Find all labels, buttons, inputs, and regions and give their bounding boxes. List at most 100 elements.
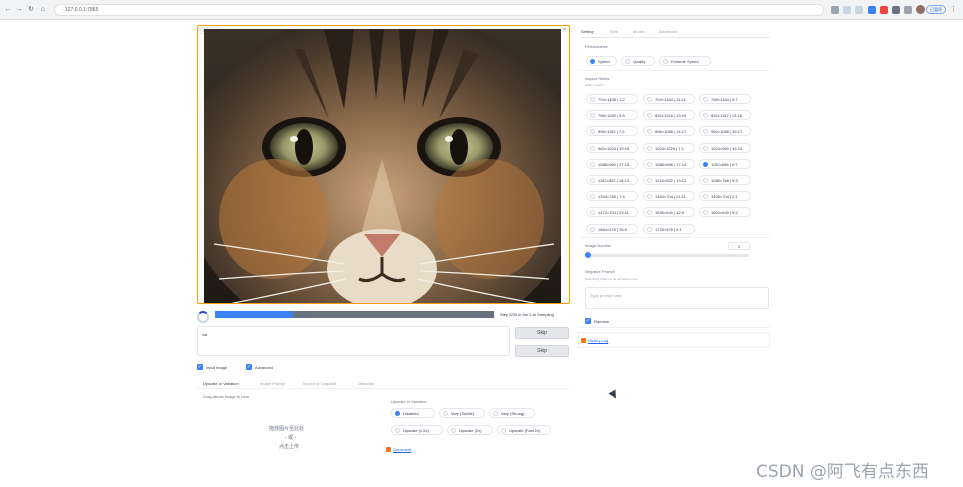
mouse-cursor-icon [608, 389, 620, 401]
progress-bar-fill [215, 311, 294, 318]
sidebar-icon[interactable] [904, 6, 912, 14]
radio-label: 1408×704 | 2:1 [711, 194, 738, 200]
back-icon[interactable]: ← [4, 6, 12, 14]
radio-label: 896×1088 | 14:17 [655, 129, 687, 135]
star-icon[interactable] [855, 6, 863, 14]
forward-icon[interactable]: → [15, 6, 23, 14]
profile-avatar[interactable] [916, 5, 925, 14]
radio-label: 1024×1024 | 1:1 [655, 145, 684, 151]
aspect-ratio-option[interactable]: 1408×704 | 2:1 [699, 191, 751, 202]
aspect-ratio-option[interactable]: 1088×896 | 17:14 [643, 158, 695, 169]
random-label: Random [594, 319, 610, 324]
aspect-ratio-option[interactable]: 1152×832 | 18:13 [586, 175, 638, 185]
aspect-ratio-option[interactable]: 1280×768 | 5:3 [699, 175, 751, 185]
aspect-ratio-option[interactable]: 960×1024 | 15:16 [586, 142, 638, 153]
document-link[interactable]: Document [393, 447, 411, 452]
image-number-input[interactable]: 2 [728, 242, 750, 250]
advanced-checkbox[interactable]: ✓ [246, 364, 252, 370]
aspect-ratio-option[interactable]: 768×1344 | 4:7 [699, 94, 751, 104]
tab-advanced[interactable]: Advanced [659, 29, 677, 34]
aspect-ratio-option[interactable]: 768×1280 | 3:5 [586, 110, 638, 121]
address-bar[interactable]: 127.0.0.1:7865 [54, 4, 824, 16]
tab-upscale-or-variation[interactable]: Upscale or Variation [203, 381, 239, 386]
more-menu-icon[interactable]: ⋮ [950, 5, 957, 13]
radio-dot [647, 161, 652, 167]
random-checkbox[interactable]: ✓ [585, 318, 591, 324]
aspect-ratio-option[interactable]: 704×1344 | 11:21 [643, 94, 695, 104]
tab-describe[interactable]: Describe [358, 381, 374, 386]
extension-blue-icon[interactable] [868, 6, 876, 14]
radio-label: 1152×896 | 9:7 [711, 161, 738, 167]
radio-dot [703, 194, 708, 200]
aspect-ratio-option[interactable]: 960×1088 | 15:17 [699, 126, 751, 137]
negative-prompt-label: Negative Prompt [585, 269, 615, 274]
radio-label: 1472×704 | 23:11 [598, 210, 629, 216]
aspect-ratio-option[interactable]: 1152×896 | 9:7 [699, 158, 751, 169]
upscale-option-vary-subtle[interactable]: Vary (Subtle) [439, 408, 485, 418]
history-log-area: History Log [578, 332, 770, 348]
tab-image-prompt[interactable]: Image Prompt [260, 381, 285, 386]
aspect-ratio-option[interactable]: 1024×1024 | 1:1 [643, 142, 695, 153]
radio-dot [647, 178, 652, 183]
radio-dot [647, 145, 652, 151]
watermark-text: CSDN @阿飞有点东西 [756, 462, 929, 482]
aspect-ratio-option[interactable]: 1344×768 | 7:4 [586, 191, 638, 202]
extension-red-icon[interactable] [880, 6, 888, 14]
url-text: 127.0.0.1:7865 [65, 7, 99, 13]
radio-dot [590, 129, 595, 135]
radio-label: 1344×704 | 21:11 [655, 194, 686, 200]
aspect-ratio-option[interactable]: 832×1216 | 13:19 [643, 110, 695, 121]
generated-cat-image [204, 29, 561, 303]
aspect-ratio-option[interactable]: 1216×832 | 19:13 [643, 175, 695, 185]
radio-label: 1024×960 | 16:15 [711, 145, 743, 151]
performance-speed[interactable]: Speed [586, 56, 617, 66]
aspect-ratio-option[interactable]: 896×1088 | 14:17 [643, 126, 695, 137]
tab-inpaint-or-outpaint[interactable]: Inpaint or Outpaint [303, 381, 336, 386]
aspect-ratio-option[interactable]: 704×1408 | 1:2 [586, 94, 638, 104]
aspect-ratio-option[interactable]: 1664×576 | 26:9 [586, 223, 638, 234]
upscale-section-label: Upscale or Variation [391, 399, 427, 404]
reload-icon[interactable]: ↻ [27, 6, 35, 14]
aspect-ratio-option[interactable]: 1344×704 | 21:11 [643, 191, 695, 202]
image-number-slider[interactable] [587, 254, 749, 257]
aspect-ratio-option[interactable]: 1600×640 | 5:2 [699, 207, 751, 218]
aspect-ratio-option[interactable]: 832×1152 | 13:18 [699, 110, 751, 121]
history-log-link[interactable]: History Log [588, 338, 608, 343]
radio-label: 1536×640 | 12:5 [655, 210, 684, 216]
aspect-ratio-option[interactable]: 1472×704 | 23:11 [586, 207, 638, 218]
share-icon[interactable] [843, 6, 851, 14]
negative-prompt-input[interactable]: Type prompt here. [585, 287, 769, 309]
profile-status-pill[interactable]: 已暂停 [926, 5, 946, 14]
tab-style[interactable]: Style [609, 29, 618, 34]
upscale-option-disabled[interactable]: Disabled [391, 408, 435, 418]
aspect-ratio-option[interactable]: 1536×640 | 12:5 [643, 207, 695, 218]
upscale-option-fast-2x[interactable]: Upscale (Fast 2x) [497, 425, 551, 435]
upscale-option-1-5x[interactable]: Upscale (1.5x) [391, 425, 443, 435]
radio-label: 960×1024 | 15:16 [598, 145, 630, 151]
upscale-option-vary-strong[interactable]: Vary (Strong) [489, 408, 535, 418]
stop-button[interactable]: Skip [515, 345, 569, 357]
aspect-ratio-option[interactable]: 1024×960 | 16:15 [699, 142, 751, 153]
skip-button[interactable]: Skip [515, 327, 569, 339]
radio-label: 704×1408 | 1:2 [598, 97, 625, 102]
radio-label: 896×1152 | 7:9 [598, 129, 625, 135]
radio-label: 832×1216 | 13:19 [655, 113, 687, 119]
close-icon[interactable]: × [563, 27, 566, 33]
bookmark-icon[interactable] [831, 6, 839, 14]
radio-label: 1152×832 | 18:13 [598, 178, 629, 183]
image-drop-area[interactable]: 拖放图片至此处 - 或 - 点击上传 [197, 405, 382, 465]
performance-quality[interactable]: Quality [621, 56, 655, 66]
radio-dot [625, 59, 630, 64]
tab-model[interactable]: Model [633, 29, 644, 34]
input-image-checkbox[interactable]: ✓ [197, 364, 203, 370]
aspect-ratio-option[interactable]: 896×1152 | 7:9 [586, 126, 638, 137]
performance-extreme-speed[interactable]: Extreme Speed [659, 56, 711, 66]
upscale-option-2x[interactable]: Upscale (2x) [447, 425, 493, 435]
image-number-slider-thumb[interactable] [585, 252, 591, 258]
extensions-puzzle-icon[interactable] [892, 6, 900, 14]
aspect-ratio-option[interactable]: 1088×960 | 17:15 [586, 158, 638, 169]
prompt-input[interactable]: cat [197, 326, 510, 356]
home-icon[interactable]: ⌂ [39, 6, 47, 14]
aspect-ratio-option[interactable]: 1728×576 | 3:1 [643, 223, 695, 234]
tab-setting[interactable]: Setting [581, 29, 593, 34]
